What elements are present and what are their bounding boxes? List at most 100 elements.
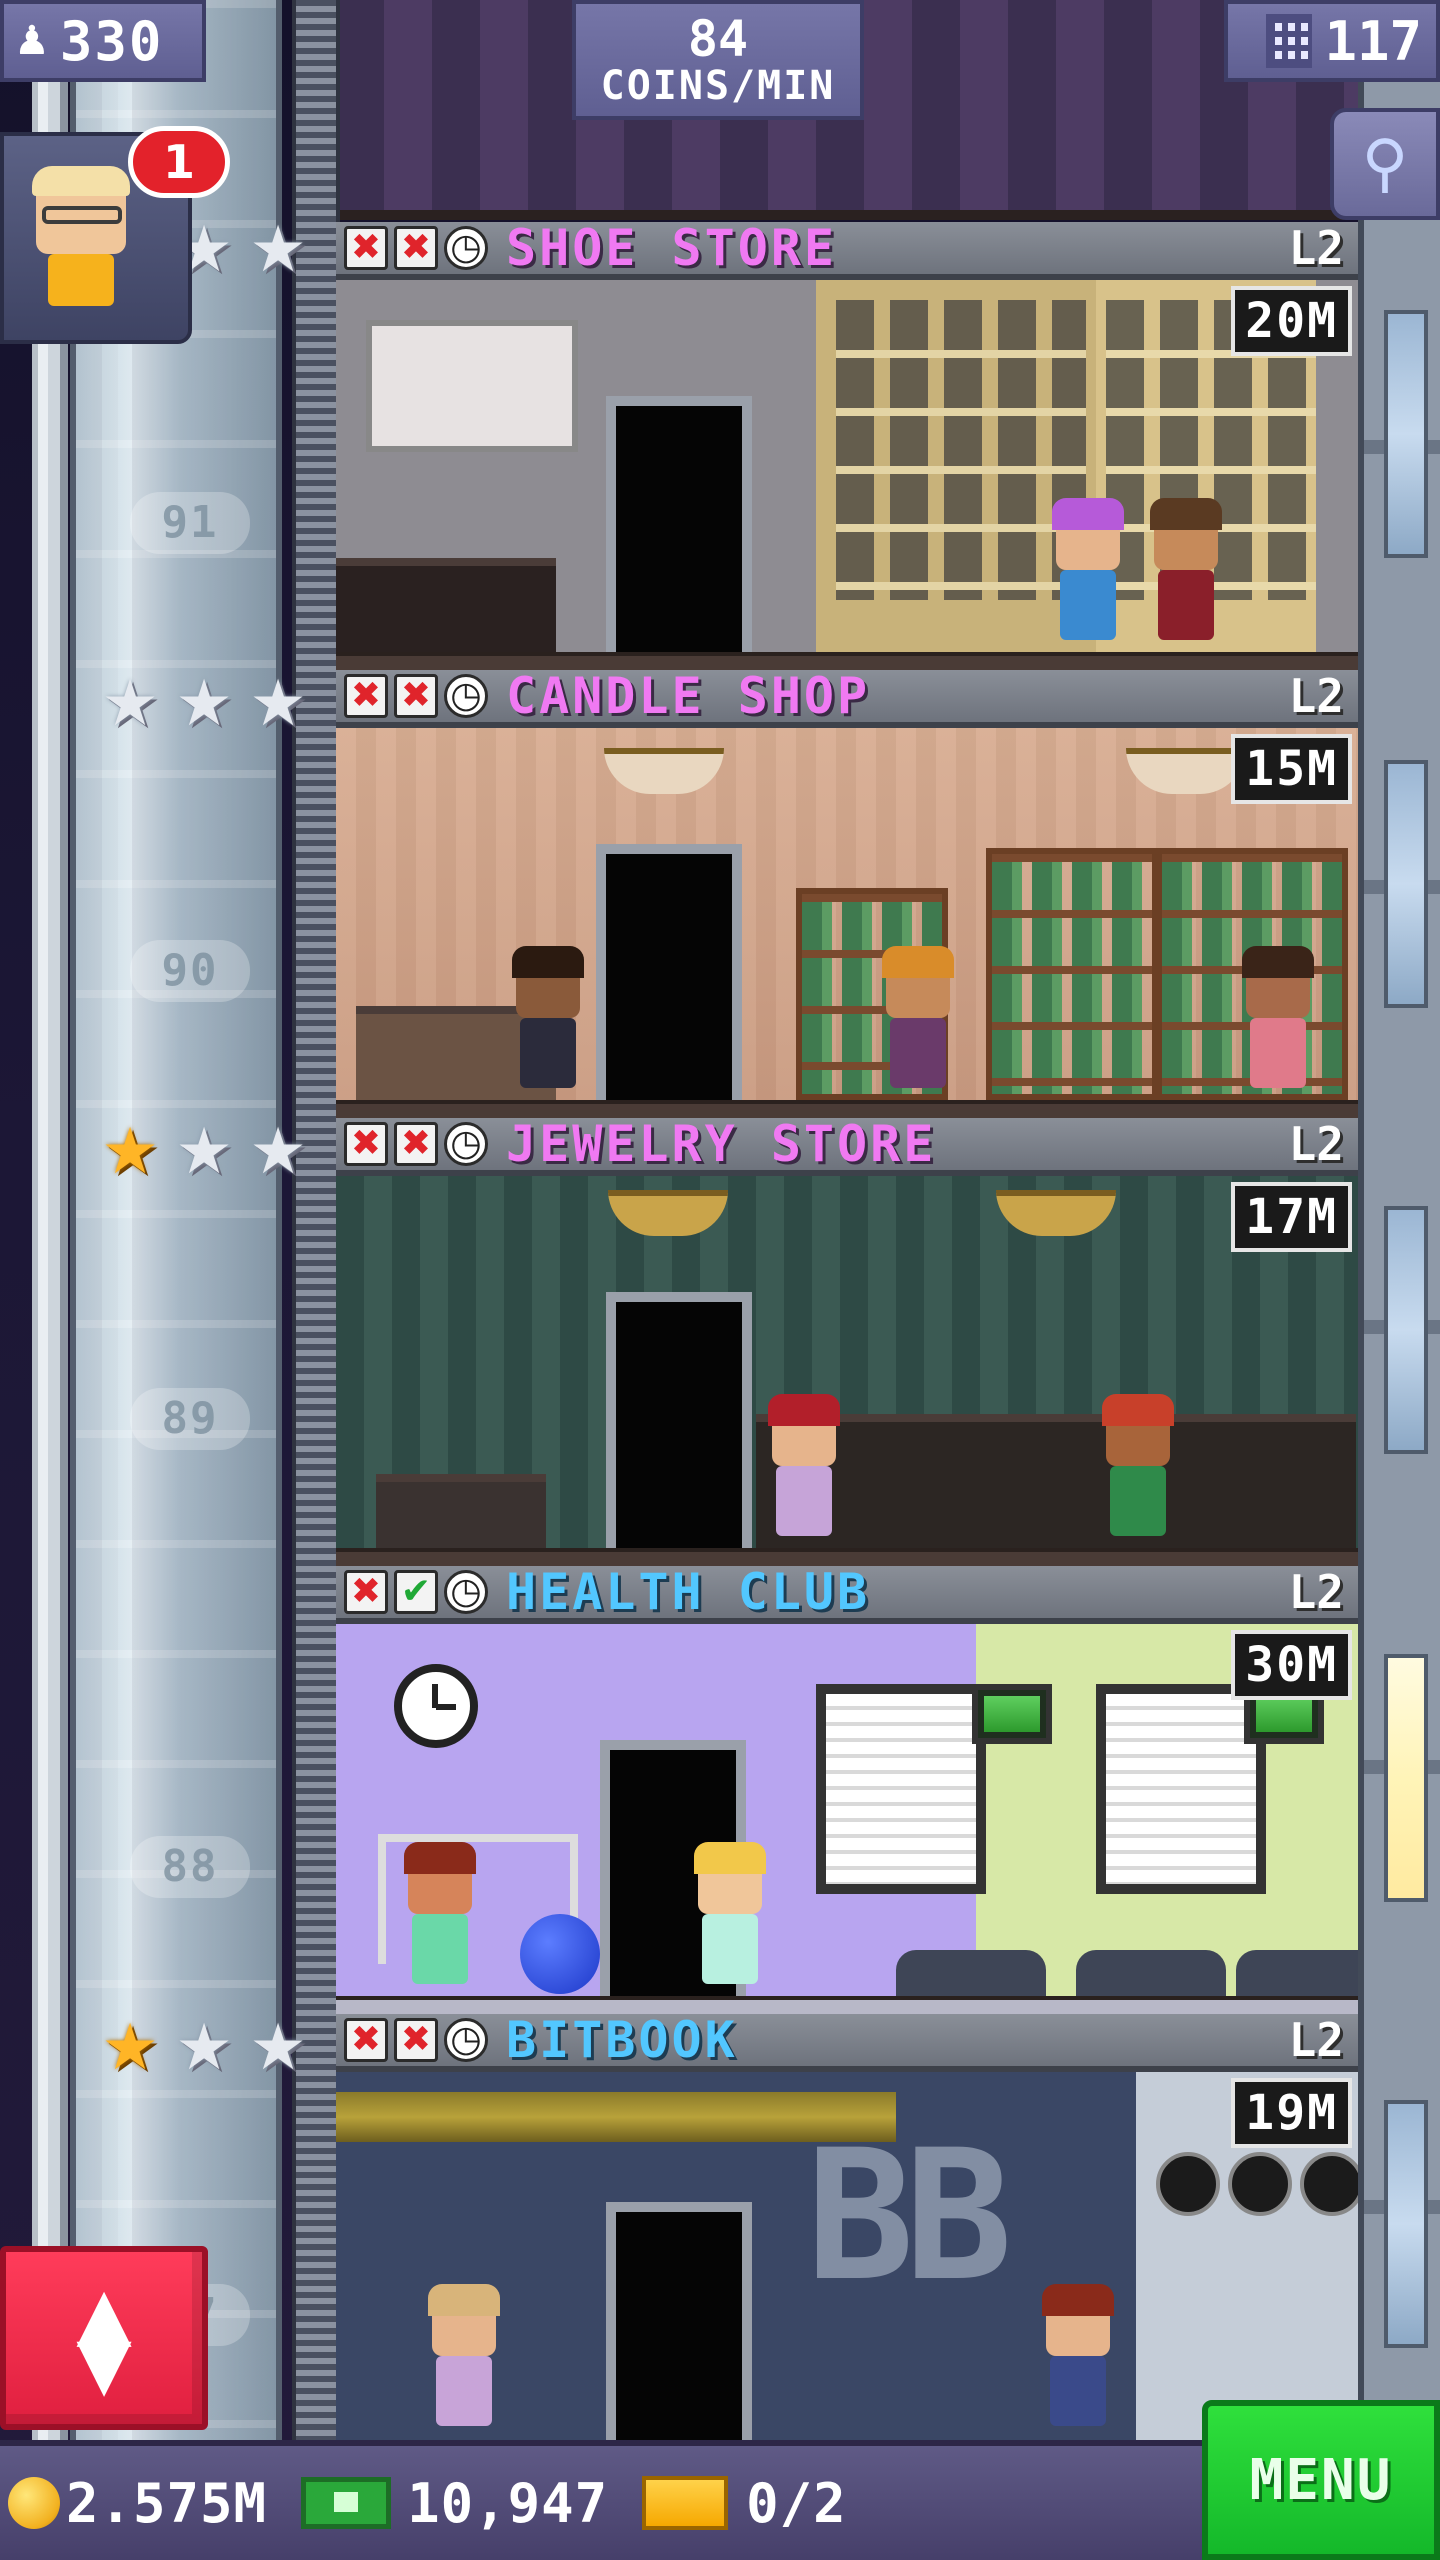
coins-value: 2.575M — [66, 2471, 268, 2535]
jewelry-display-counter — [756, 1414, 1356, 1552]
floor-header: ✖ ✔ ◷ HEALTH CLUB L2 — [336, 1566, 1358, 1624]
floor-jewelry-store[interactable]: ✖ ✖ ◷ JEWELRY STORE L2 17M — [336, 1118, 1358, 1566]
population-counter[interactable]: ♟ 330 — [0, 0, 206, 82]
clock-icon: ◷ — [444, 2018, 488, 2062]
bitizen-character[interactable] — [506, 946, 590, 1104]
stock-empty-icon: ✖ — [344, 1122, 388, 1166]
floor-count-value: 117 — [1324, 9, 1422, 73]
room-door — [606, 396, 752, 656]
floor-bitbook[interactable]: ✖ ✖ ◷ BITBOOK L2 19M BB — [336, 2014, 1358, 2462]
stock-empty-icon: ✖ — [394, 1122, 438, 1166]
floor-level: L2 — [1288, 222, 1344, 275]
candle-shelf — [986, 848, 1158, 1100]
room-door — [596, 844, 742, 1104]
notification-badge: 1 — [128, 126, 230, 198]
shoe-poster — [366, 320, 578, 452]
stock-ready-icon: ✔ — [394, 1570, 438, 1614]
population-value: 330 — [59, 9, 164, 73]
floor-number-label: 89 — [130, 1388, 250, 1450]
building-window — [1384, 310, 1428, 558]
ceiling-lamp — [604, 748, 724, 794]
golden-ticket-icon — [642, 2476, 729, 2530]
floor-header: ✖ ✖ ◷ CANDLE SHOP L2 — [336, 670, 1358, 728]
floor-level: L2 — [1288, 1118, 1344, 1171]
floor-header: ✖ ✖ ◷ SHOE STORE L2 — [336, 222, 1358, 280]
arrow-down-icon: ▼ — [76, 2321, 132, 2405]
floor-counter[interactable]: 117 — [1224, 0, 1440, 82]
floor-number-label: 91 — [130, 492, 250, 554]
floor-header: ✖ ✖ ◷ JEWELRY STORE L2 — [336, 1118, 1358, 1176]
ceiling-lamp — [1126, 748, 1246, 794]
silver-star-icon: ★ — [249, 1115, 307, 1189]
gold-star-icon: ★ — [101, 2011, 159, 2085]
elevator-button[interactable]: ▲ ▼ — [0, 2246, 208, 2430]
clock-icon — [1300, 2152, 1358, 2216]
room-interior — [336, 1176, 1358, 1566]
room-door — [606, 2202, 752, 2462]
silver-star-icon: ★ — [175, 1115, 233, 1189]
floor-level: L2 — [1288, 1566, 1344, 1619]
bitizen-character[interactable] — [398, 1842, 482, 2000]
room-interior — [336, 1624, 1358, 2014]
floor-health-club[interactable]: ✖ ✔ ◷ HEALTH CLUB L2 30M — [336, 1566, 1358, 2014]
treadmill — [1076, 1950, 1226, 2000]
coin-icon — [8, 2477, 60, 2529]
coin-rate-value: 84 — [687, 9, 749, 68]
gold-star-icon: ★ — [101, 1115, 159, 1189]
wall-clock-icon — [394, 1664, 478, 1748]
floor-name: BITBOOK — [506, 2014, 738, 2069]
room-interior — [336, 728, 1358, 1118]
stock-empty-icon: ✖ — [394, 674, 438, 718]
silver-star-icon: ★ — [175, 2011, 233, 2085]
menu-button[interactable]: MENU — [1202, 2400, 1440, 2560]
bitizen-avatar — [30, 166, 140, 316]
person-icon: ♟ — [14, 18, 52, 64]
silver-star-icon: ★ — [175, 667, 233, 741]
floor-baseboard — [336, 1996, 1358, 2014]
bitizen-character[interactable] — [1144, 498, 1228, 656]
clock-icon: ◷ — [444, 1570, 488, 1614]
bitizen-character[interactable] — [1036, 2284, 1120, 2442]
bitizen-character[interactable] — [1046, 498, 1130, 656]
search-button[interactable]: ⚲ — [1330, 108, 1440, 220]
window-blinds — [816, 1684, 986, 1894]
floor-level: L2 — [1288, 2014, 1344, 2067]
floor-shoe-store[interactable]: ✖ ✖ ◷ SHOE STORE L2 20M — [336, 222, 1358, 670]
floor-baseboard — [336, 652, 1358, 670]
bitizen-character[interactable] — [762, 1394, 846, 1552]
stock-empty-icon: ✖ — [344, 1570, 388, 1614]
jewelry-stand — [376, 1474, 546, 1552]
stock-empty-icon: ✖ — [394, 2018, 438, 2062]
floor-stars: ★ ★ ★ — [96, 670, 312, 740]
floor-stars: ★ ★ ★ — [96, 2014, 312, 2084]
silver-star-icon: ★ — [249, 667, 307, 741]
exercise-ball — [520, 1914, 600, 1994]
treadmill — [1236, 1950, 1358, 2000]
stock-empty-icon: ✖ — [344, 674, 388, 718]
clock-icon — [1228, 2152, 1292, 2216]
coins-display: 2.575M — [0, 2472, 267, 2535]
floor-stars: ★ ★ ★ — [96, 1118, 312, 1188]
stock-empty-icon: ✖ — [394, 226, 438, 270]
bitizen-character[interactable] — [876, 946, 960, 1104]
bux-icon — [301, 2477, 392, 2529]
floor-name: SHOE STORE — [506, 222, 838, 277]
bitizen-character[interactable] — [422, 2284, 506, 2442]
bux-display[interactable]: 10,947 — [301, 2472, 608, 2535]
floor-cost-badge: 17M — [1231, 1182, 1352, 1252]
store-counter — [336, 558, 556, 656]
clock-icon: ◷ — [444, 226, 488, 270]
building-icon — [1266, 14, 1313, 68]
tickets-display[interactable]: 0/2 — [642, 2472, 847, 2535]
building-window — [1384, 1654, 1428, 1902]
floor-baseboard — [336, 1100, 1358, 1118]
floor-name: CANDLE SHOP — [506, 670, 871, 725]
chandelier — [608, 1190, 728, 1236]
stock-empty-icon: ✖ — [344, 2018, 388, 2062]
floor-candle-shop[interactable]: ✖ ✖ ◷ CANDLE SHOP L2 15M — [336, 670, 1358, 1118]
bux-value: 10,947 — [407, 2471, 609, 2535]
bitizen-character[interactable] — [1096, 1394, 1180, 1552]
bitizen-character[interactable] — [688, 1842, 772, 2000]
bitizen-character[interactable] — [1236, 946, 1320, 1104]
floor-name: HEALTH CLUB — [506, 1566, 871, 1621]
